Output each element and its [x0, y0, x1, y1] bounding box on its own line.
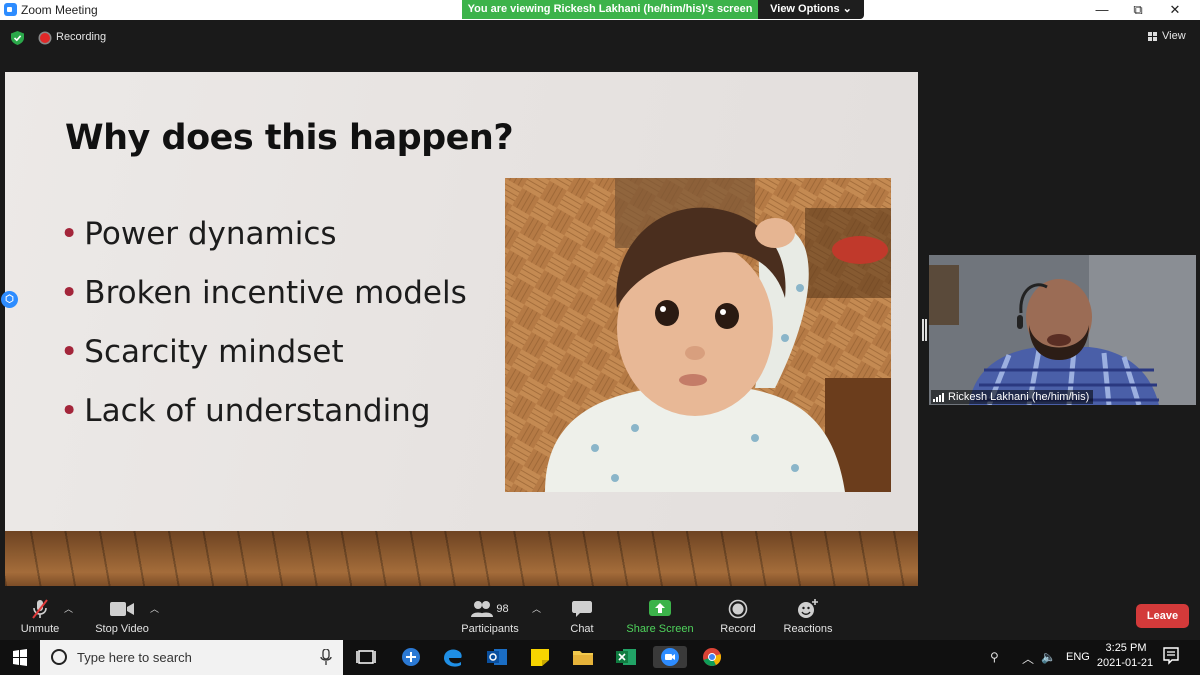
chat-button[interactable]: Chat: [542, 598, 622, 635]
slide-wood-floor: [5, 531, 918, 586]
window-title: Zoom Meeting: [21, 3, 98, 17]
volume-icon[interactable]: 🔈: [1041, 650, 1056, 664]
show-hidden-icons-chevron-icon[interactable]: ︿: [1022, 650, 1034, 667]
sticky-notes-icon[interactable]: [528, 646, 552, 668]
app-icon-blue[interactable]: [399, 646, 423, 668]
participants-button[interactable]: 98 Participants: [450, 598, 530, 635]
shield-icon[interactable]: [11, 31, 24, 45]
record-button[interactable]: Record: [698, 598, 778, 635]
slide-bullet: • Lack of understanding: [60, 393, 431, 429]
participants-options-caret-icon[interactable]: ︿: [532, 602, 541, 615]
slide-photo-toddler: [505, 178, 891, 492]
clock-time[interactable]: 3:25 PM: [1101, 642, 1151, 654]
participants-label: Participants: [461, 623, 519, 635]
chat-label: Chat: [570, 623, 594, 635]
video-camera-icon: [110, 602, 134, 616]
participants-icon: [471, 601, 494, 617]
outlook-icon[interactable]: [485, 646, 509, 668]
windows-start-icon[interactable]: [0, 640, 40, 675]
input-language[interactable]: ENG: [1066, 651, 1090, 663]
recording-icon: [40, 33, 50, 43]
zoom-app-icon: [4, 3, 17, 16]
audio-options-caret-icon[interactable]: ︿: [64, 602, 73, 615]
reactions-button[interactable]: Reactions: [768, 598, 848, 635]
search-icon: [51, 649, 67, 665]
participants-count: 98: [496, 603, 509, 615]
muted-microphone-icon: [32, 599, 48, 619]
microphone-icon[interactable]: [320, 649, 332, 666]
restore-icon[interactable]: ⧉: [1121, 0, 1155, 20]
excel-icon[interactable]: [614, 646, 638, 668]
video-options-caret-icon[interactable]: ︿: [150, 602, 159, 615]
screen-share-banner: You are viewing Rickesh Lakhani (he/him/…: [462, 0, 758, 19]
share-screen-button[interactable]: Share Screen: [620, 598, 700, 635]
chrome-icon[interactable]: [700, 646, 724, 668]
grid-view-icon: [1148, 31, 1157, 41]
zoom-taskbar-icon[interactable]: [653, 646, 687, 668]
notifications-icon[interactable]: [1163, 647, 1179, 665]
dropbox-icon[interactable]: ⬡: [1, 291, 18, 308]
close-icon[interactable]: ✕: [1158, 0, 1192, 20]
participant-name-tag: Rickesh Lakhani (he/him/his): [931, 390, 1094, 404]
slide-bullet: • Power dynamics: [60, 216, 337, 252]
record-icon: [728, 599, 748, 619]
reactions-label: Reactions: [783, 623, 833, 635]
signal-strength-icon: [933, 392, 944, 402]
participant-video[interactable]: [929, 255, 1196, 405]
edge-browser-icon[interactable]: [441, 646, 465, 668]
participant-name: Rickesh Lakhani (he/him/his): [948, 391, 1090, 403]
task-view-icon[interactable]: [354, 646, 378, 668]
panel-resize-handle[interactable]: [922, 319, 927, 341]
record-label: Record: [720, 623, 756, 635]
share-screen-icon: [649, 600, 671, 616]
stop-video-label: Stop Video: [95, 623, 149, 635]
view-button[interactable]: View: [1148, 30, 1186, 42]
slide-bullet: • Scarcity mindset: [60, 334, 344, 370]
unmute-label: Unmute: [20, 623, 60, 635]
people-icon[interactable]: ⚲: [990, 650, 999, 664]
file-explorer-icon[interactable]: [571, 646, 595, 668]
search-placeholder: Type here to search: [77, 650, 192, 665]
clock-date[interactable]: 2021-01-21: [1094, 657, 1156, 669]
reactions-icon: [798, 599, 818, 618]
slide-title: Why does this happen?: [65, 118, 514, 158]
minimize-icon[interactable]: —: [1085, 0, 1119, 20]
view-label: View: [1162, 30, 1186, 42]
view-options-button[interactable]: View Options ⌄: [758, 0, 864, 19]
chat-icon: [572, 601, 592, 617]
recording-label: Recording: [56, 31, 107, 43]
share-screen-label: Share Screen: [626, 623, 694, 635]
leave-button[interactable]: Leave: [1136, 604, 1189, 628]
slide-bullet: • Broken incentive models: [60, 275, 467, 311]
